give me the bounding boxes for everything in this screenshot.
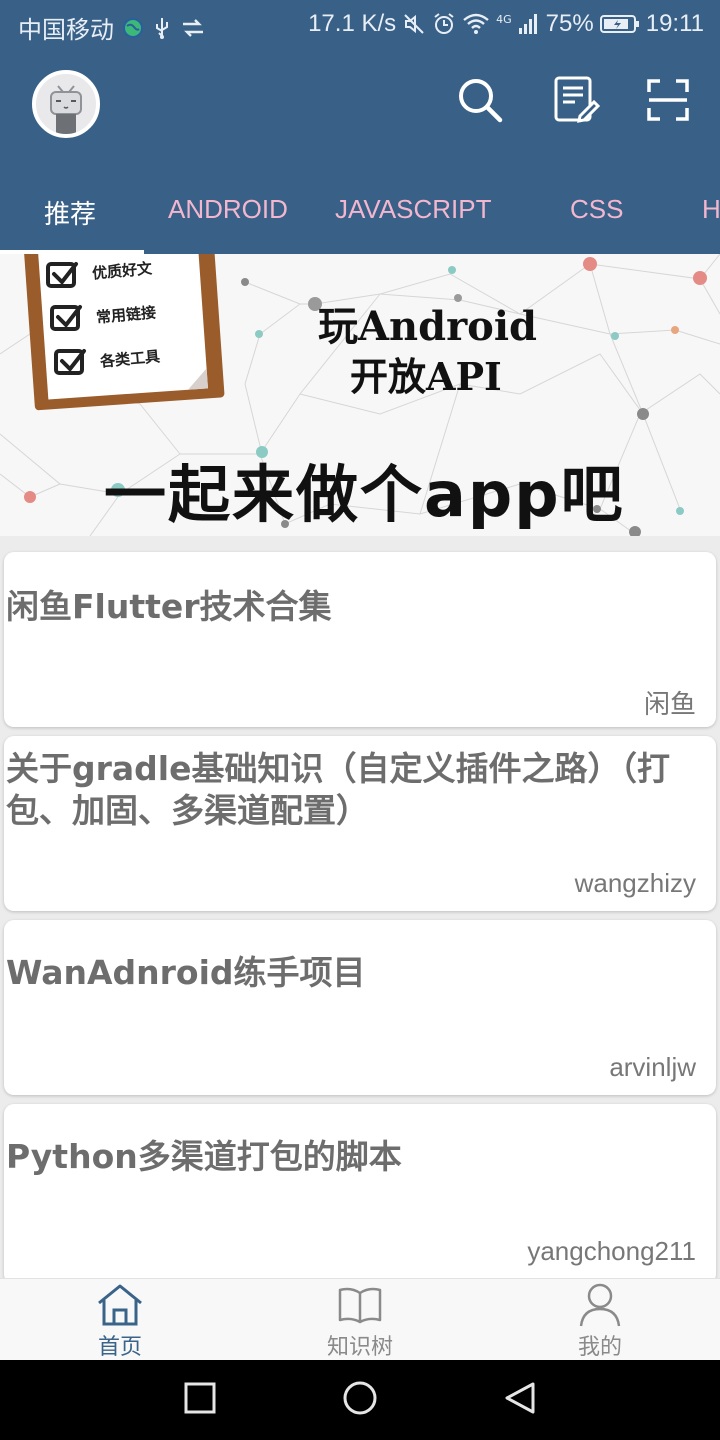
back-button[interactable] bbox=[496, 1376, 544, 1424]
nav-knowledge-label: 知识树 bbox=[326, 1335, 393, 1360]
article-title: WanAdnroid练手项目 bbox=[6, 953, 366, 992]
edit-note-icon bbox=[552, 76, 601, 128]
user-avatar[interactable] bbox=[32, 70, 100, 138]
mute-icon bbox=[402, 12, 426, 36]
article-title: 闲鱼Flutter技术合集 bbox=[6, 587, 332, 626]
user-icon bbox=[578, 1283, 622, 1327]
home-icon bbox=[95, 1283, 145, 1327]
nav-mine-label: 我的 bbox=[577, 1335, 622, 1360]
article-title: 关于gradle基础知识（自定义插件之路）（打包、加固、多渠道配置） bbox=[6, 749, 670, 830]
scan-icon bbox=[646, 78, 690, 126]
article-card[interactable]: 关于gradle基础知识（自定义插件之路）（打包、加固、多渠道配置） wangz… bbox=[4, 736, 716, 911]
tab-css[interactable]: CSS bbox=[570, 194, 623, 225]
signal-icon bbox=[518, 12, 540, 36]
back-triangle-icon bbox=[503, 1381, 537, 1419]
nav-mine[interactable]: 我的 bbox=[480, 1279, 720, 1361]
app-header: 中国移动 17.1 K/s 4G 75% 19:11 推荐 ANDROID JA… bbox=[0, 0, 720, 254]
search-button[interactable] bbox=[454, 76, 506, 128]
recents-button[interactable] bbox=[176, 1376, 224, 1424]
banner-slogan: 一起来做个app吧 bbox=[104, 458, 625, 531]
article-card[interactable]: WanAdnroid练手项目 arvinljw bbox=[4, 920, 716, 1095]
status-bar: 中国移动 17.1 K/s 4G 75% 19:11 bbox=[0, 0, 720, 50]
banner-title: 玩Android bbox=[318, 303, 538, 350]
bottom-navigation: 首页 知识树 我的 bbox=[0, 1278, 720, 1360]
article-author: wangzhizy bbox=[574, 868, 696, 898]
nav-home[interactable]: 首页 bbox=[0, 1279, 240, 1361]
tab-recommend[interactable]: 推荐 bbox=[44, 194, 96, 231]
tab-h[interactable]: H bbox=[702, 194, 720, 225]
home-button[interactable] bbox=[336, 1376, 384, 1424]
system-navigation-bar bbox=[0, 1360, 720, 1440]
article-author: 闲鱼 bbox=[643, 689, 696, 719]
scan-button[interactable] bbox=[642, 76, 694, 128]
globe-icon bbox=[122, 17, 144, 39]
carrier-label: 中国移动 bbox=[18, 17, 114, 44]
network-speed: 17.1 K/s bbox=[308, 10, 397, 37]
tab-android[interactable]: ANDROID bbox=[168, 194, 288, 225]
edit-button[interactable] bbox=[550, 76, 602, 128]
data-sync-icon bbox=[180, 17, 206, 39]
book-icon bbox=[337, 1283, 383, 1327]
banner-subtitle: 开放API bbox=[350, 354, 502, 399]
article-title: Python多渠道打包的脚本 bbox=[6, 1137, 402, 1176]
battery-icon bbox=[599, 13, 640, 35]
article-author: yangchong211 bbox=[527, 1236, 696, 1266]
wifi-icon bbox=[462, 12, 490, 36]
article-author: arvinljw bbox=[609, 1052, 696, 1082]
usb-icon bbox=[152, 16, 172, 40]
tab-javascript[interactable]: JAVASCRIPT bbox=[335, 194, 492, 225]
alarm-icon bbox=[432, 12, 456, 36]
nav-knowledge-tree[interactable]: 知识树 bbox=[240, 1279, 480, 1361]
search-icon bbox=[455, 75, 505, 129]
article-card[interactable]: 闲鱼Flutter技术合集 闲鱼 bbox=[4, 552, 716, 727]
network-type: 4G bbox=[496, 12, 512, 26]
banner-carousel[interactable]: 优质好文 常用链接 各类工具 玩Android 开放API 一起来做个app吧 bbox=[0, 254, 720, 536]
category-tabs: 推荐 ANDROID JAVASCRIPT CSS H bbox=[0, 176, 720, 254]
battery-percent: 75% bbox=[545, 10, 594, 37]
clock: 19:11 bbox=[645, 10, 704, 37]
nav-home-label: 首页 bbox=[97, 1335, 142, 1360]
circle-icon bbox=[342, 1380, 378, 1420]
article-card[interactable]: Python多渠道打包的脚本 yangchong211 bbox=[4, 1104, 716, 1284]
square-icon bbox=[184, 1382, 216, 1418]
